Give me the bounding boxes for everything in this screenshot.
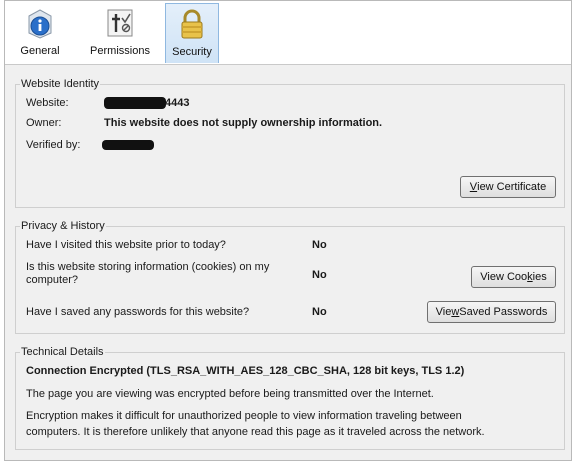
passwords-answer: No: [312, 306, 327, 318]
technical-details-title: Technical Details: [20, 346, 105, 358]
encryption-line-2: Encryption makes it difficult for unauth…: [26, 410, 462, 422]
view-cookies-button[interactable]: View Coo k ies: [471, 266, 556, 288]
visited-question: Have I visited this website prior to tod…: [26, 239, 226, 251]
owner-label: Owner:: [26, 117, 62, 129]
website-identity-group: Website Identity Website: 4443 Owner: Th…: [15, 78, 565, 208]
tab-permissions-label: Permissions: [90, 45, 150, 57]
connection-status: Connection Encrypted (TLS_RSA_WITH_AES_1…: [26, 365, 465, 377]
encryption-line-3: computers. It is therefore unlikely that…: [26, 426, 485, 438]
website-identity-title: Website Identity: [20, 78, 101, 90]
permissions-icon: [104, 7, 136, 39]
verified-by-label: Verified by:: [26, 139, 81, 151]
owner-value: This website does not supply ownership i…: [104, 117, 383, 129]
toolbar: General Permissions Security: [5, 1, 571, 65]
website-port: 4443: [165, 97, 190, 109]
passwords-question: Have I saved any passwords for this webs…: [26, 306, 250, 318]
tab-general[interactable]: General: [9, 3, 71, 63]
visited-answer: No: [312, 239, 327, 251]
technical-details-group: Technical Details Connection Encrypted (…: [15, 346, 565, 450]
page-info-window: General Permissions Security Website Ide…: [4, 0, 572, 461]
view-saved-passwords-button[interactable]: Vie w Saved Passwords: [427, 301, 556, 323]
tab-general-label: General: [20, 45, 60, 57]
website-label: Website:: [26, 97, 69, 109]
privacy-history-title: Privacy & History: [20, 220, 106, 232]
padlock-icon: [176, 8, 208, 40]
tab-security-label: Security: [172, 46, 212, 58]
cookies-answer: No: [312, 269, 327, 281]
privacy-history-group: Privacy & History Have I visited this we…: [15, 220, 565, 334]
info-icon: [24, 7, 56, 39]
tab-security[interactable]: Security: [165, 3, 219, 63]
redacted-hostname: [104, 97, 166, 109]
encryption-line-1: The page you are viewing was encrypted b…: [26, 388, 434, 400]
view-certificate-button[interactable]: View Certificate: [460, 176, 556, 198]
tab-permissions[interactable]: Permissions: [81, 3, 159, 63]
cookies-question: Is this website storing information (coo…: [26, 261, 270, 286]
redacted-verifier: [102, 140, 154, 150]
